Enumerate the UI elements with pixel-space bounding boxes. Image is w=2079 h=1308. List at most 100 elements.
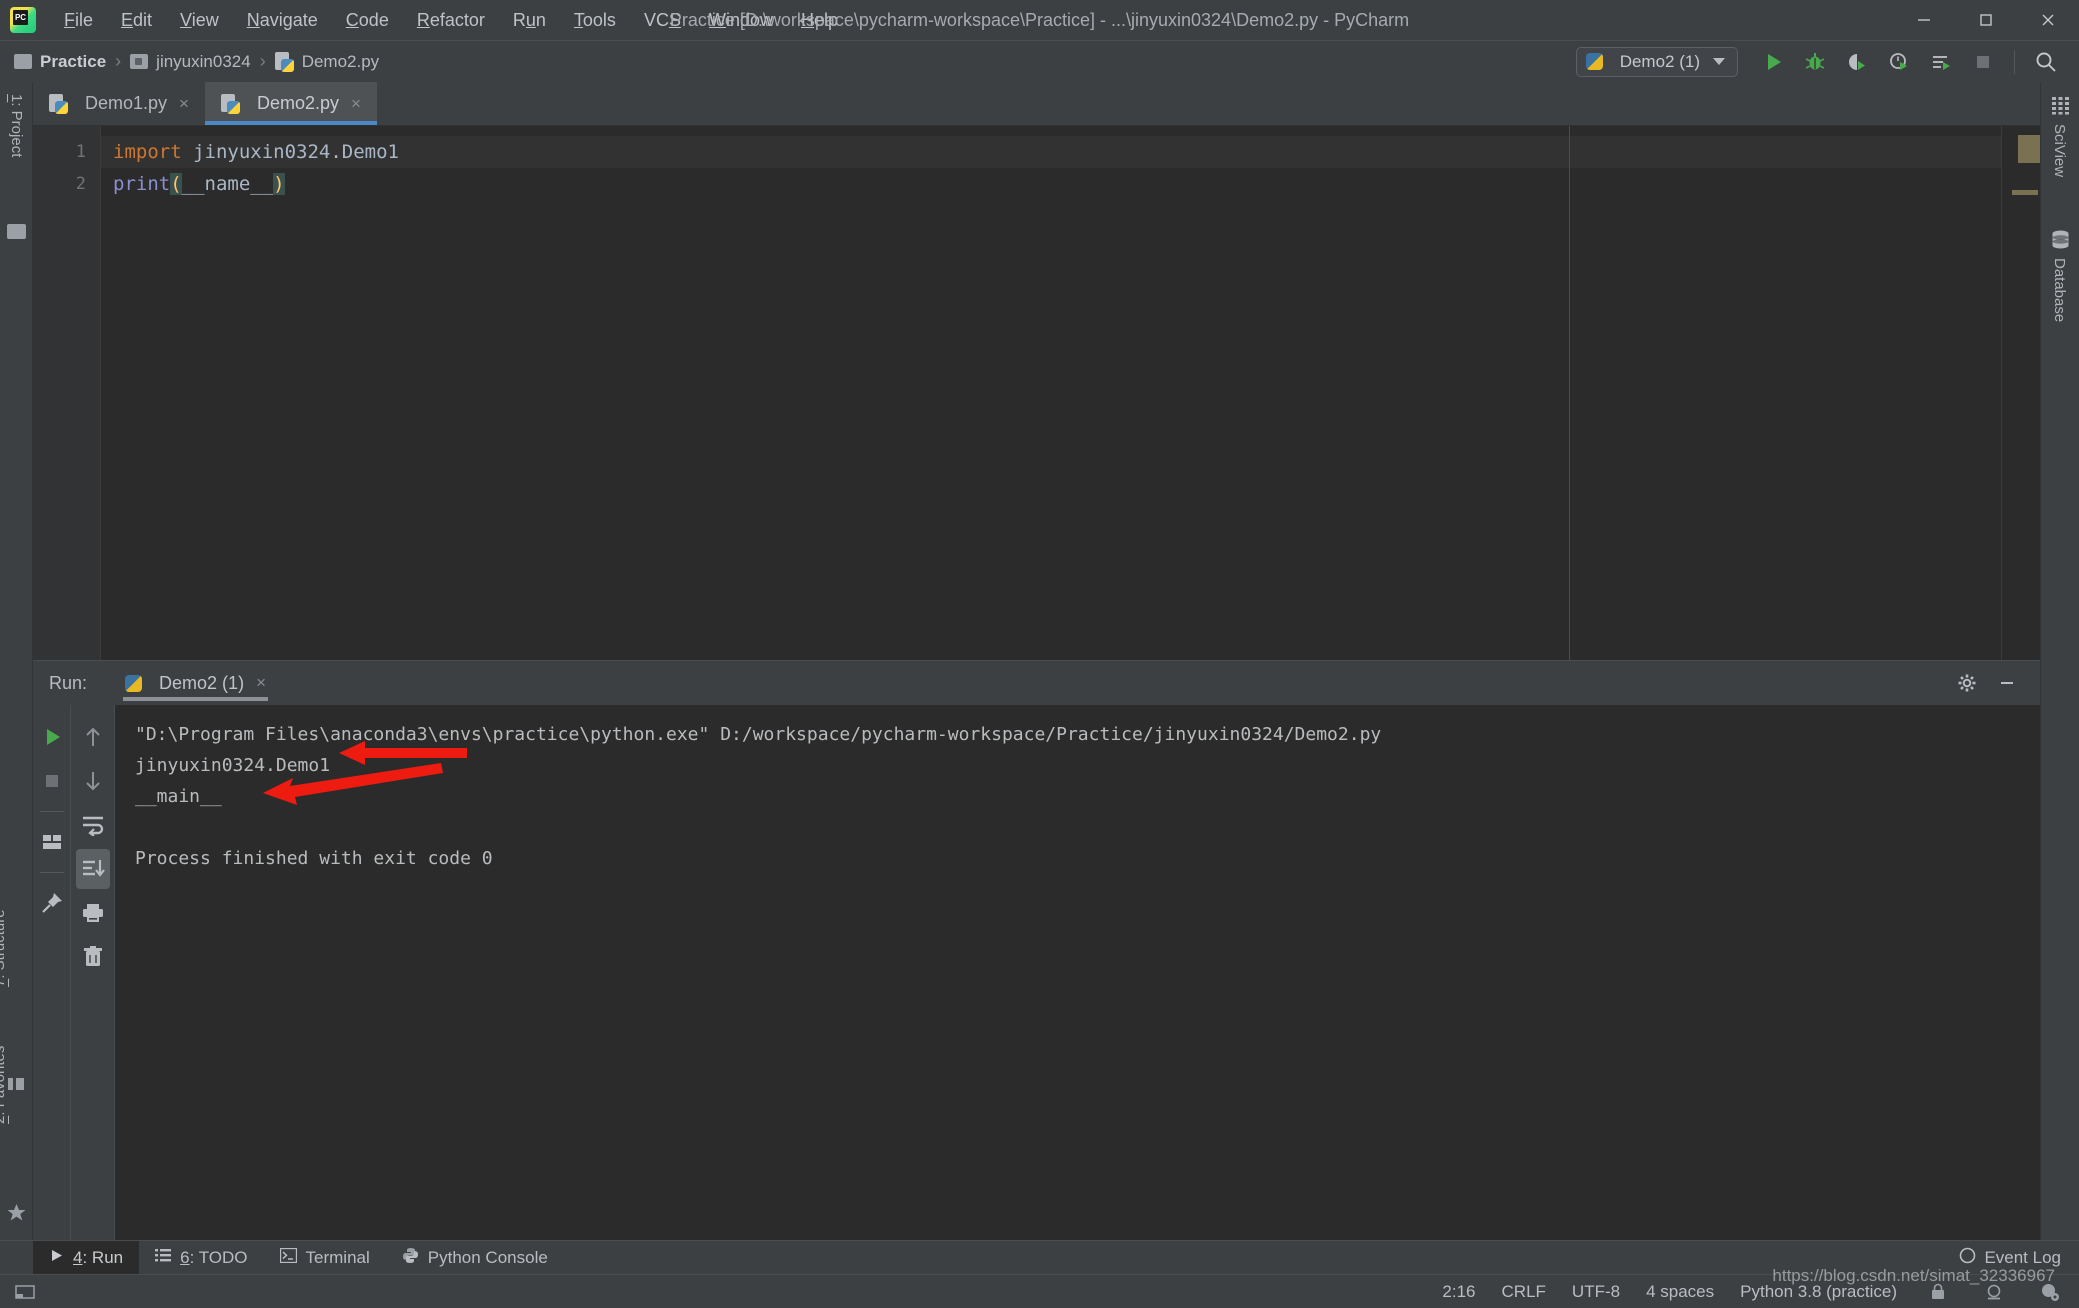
run-window-label: Run: bbox=[49, 672, 88, 693]
lock-icon[interactable] bbox=[1923, 1277, 1953, 1307]
title-bar: File Edit View Navigate Code Refactor Ru… bbox=[0, 0, 2079, 40]
menu-item-refactor[interactable]: Refactor bbox=[403, 6, 499, 35]
scroll-to-end-button[interactable] bbox=[75, 849, 110, 889]
menu-item-vcs[interactable]: VCS bbox=[630, 6, 695, 35]
status-bar: 2:16 CRLF UTF-8 4 spaces Python 3.8 (pra… bbox=[0, 1274, 2079, 1308]
stop-button[interactable] bbox=[1964, 45, 2002, 79]
run-left-toolbar bbox=[33, 705, 71, 1240]
menu-item-code[interactable]: Code bbox=[332, 6, 403, 35]
toolbar-divider bbox=[2014, 49, 2015, 74]
folder-module-icon bbox=[130, 54, 149, 69]
code-editor[interactable]: 1 2 import jinyuxin0324.Demo1 print(__na… bbox=[33, 126, 2040, 660]
sidebar-item-label: SciView bbox=[2051, 124, 2068, 178]
tool-window-tab-label: Python Console bbox=[427, 1247, 548, 1267]
tool-window-tab-python-console[interactable]: Python Console bbox=[386, 1241, 564, 1275]
run-configuration-selector[interactable]: Demo2 (1) bbox=[1575, 46, 1738, 77]
close-icon[interactable]: × bbox=[179, 94, 189, 114]
event-log-area: Event Log bbox=[1959, 1247, 2079, 1269]
caret-position[interactable]: 2:16 bbox=[1442, 1282, 1475, 1302]
maximize-button[interactable] bbox=[1955, 0, 2017, 40]
print-button[interactable] bbox=[76, 893, 110, 933]
up-arrow-button[interactable] bbox=[76, 717, 110, 757]
line-number: 2 bbox=[75, 174, 86, 194]
tool-window-tab-run[interactable]: 4: Run bbox=[33, 1240, 140, 1275]
profile-button[interactable] bbox=[1880, 45, 1918, 79]
menu-item-help[interactable]: Help bbox=[787, 6, 852, 35]
notification-gear-icon[interactable] bbox=[2035, 1277, 2065, 1307]
minimize-button[interactable] bbox=[1893, 0, 1955, 40]
minimize-panel-icon[interactable] bbox=[1990, 666, 2024, 700]
main-menu: File Edit View Navigate Code Refactor Ru… bbox=[50, 6, 852, 35]
layout-button[interactable] bbox=[35, 822, 69, 862]
breadcrumb-separator-icon: › bbox=[259, 51, 266, 71]
event-log-button[interactable]: Event Log bbox=[1959, 1247, 2061, 1269]
close-button[interactable] bbox=[2017, 0, 2079, 40]
down-arrow-button[interactable] bbox=[76, 761, 110, 801]
sidebar-item-favorites[interactable]: 2: Favorites bbox=[0, 1045, 8, 1123]
gear-icon[interactable] bbox=[1950, 666, 1984, 700]
close-icon[interactable]: × bbox=[256, 673, 266, 693]
right-margin-guide bbox=[1569, 126, 1570, 660]
rerun-button[interactable] bbox=[35, 717, 69, 757]
editor-tab-demo2[interactable]: Demo2.py × bbox=[204, 82, 377, 125]
run-tab-demo2[interactable]: Demo2 (1) × bbox=[115, 661, 276, 705]
editor-tab-demo1[interactable]: Demo1.py × bbox=[33, 82, 205, 125]
run-window-header-controls bbox=[1950, 666, 2040, 700]
clear-all-button[interactable] bbox=[76, 937, 110, 977]
console-line: Process finished with exit code 0 bbox=[135, 848, 493, 869]
run-with-console-button[interactable] bbox=[1922, 45, 1960, 79]
window-controls bbox=[1893, 0, 2079, 40]
menu-item-tools[interactable]: Tools bbox=[560, 6, 630, 35]
line-separator[interactable]: CRLF bbox=[1502, 1282, 1546, 1302]
breadcrumb-item-demo2[interactable]: Demo2.py bbox=[274, 51, 380, 72]
breadcrumb-label: Demo2.py bbox=[301, 51, 380, 71]
code-content[interactable]: import jinyuxin0324.Demo1 print(__name__… bbox=[101, 126, 2001, 660]
folder-icon bbox=[14, 54, 32, 69]
stop-process-button[interactable] bbox=[35, 761, 69, 801]
main-area: 1: Project 7: Structure 2: Favorites Dem… bbox=[0, 82, 2079, 1240]
menu-item-file[interactable]: File bbox=[50, 6, 107, 35]
menu-item-edit[interactable]: Edit bbox=[107, 6, 166, 35]
soft-wrap-button[interactable] bbox=[76, 805, 110, 845]
code-function-print: print bbox=[113, 173, 171, 195]
run-window-body: "D:\Program Files\anaconda3\envs\practic… bbox=[33, 705, 2040, 1240]
code-paren-close: ) bbox=[273, 173, 285, 195]
indent-setting[interactable]: 4 spaces bbox=[1646, 1282, 1714, 1302]
sidebar-item-database[interactable]: Database bbox=[2051, 258, 2068, 322]
run-tab-label: Demo2 (1) bbox=[159, 672, 245, 693]
breadcrumb-label: Practice bbox=[40, 51, 107, 71]
pin-tab-button[interactable] bbox=[35, 883, 69, 923]
layout-toggle-icon[interactable] bbox=[10, 1277, 40, 1307]
menu-item-view[interactable]: View bbox=[166, 6, 233, 35]
run-button[interactable] bbox=[1754, 45, 1792, 79]
breadcrumb-item-jinyuxin0324[interactable]: jinyuxin0324 bbox=[130, 52, 251, 72]
tool-window-tab-terminal[interactable]: Terminal bbox=[264, 1241, 386, 1275]
file-encoding[interactable]: UTF-8 bbox=[1572, 1282, 1620, 1302]
error-stripe-column[interactable] bbox=[2001, 126, 2040, 660]
debug-button[interactable] bbox=[1796, 45, 1834, 79]
search-everywhere-icon[interactable] bbox=[2027, 45, 2065, 79]
tool-window-tab-todo[interactable]: 6: TODO bbox=[139, 1241, 263, 1275]
breadcrumb-item-practice[interactable]: Practice bbox=[14, 52, 106, 72]
run-window-header: Run: Demo2 (1) × bbox=[33, 661, 2040, 705]
menu-item-navigate[interactable]: Navigate bbox=[233, 6, 332, 35]
inspector-icon[interactable] bbox=[1979, 1277, 2009, 1307]
sidebar-item-structure[interactable]: 7: Structure bbox=[0, 910, 8, 988]
run-toolbar: Demo2 (1) bbox=[1575, 45, 2079, 79]
sidebar-item-label: 2: Favorites bbox=[0, 1045, 8, 1124]
run-coverage-button[interactable] bbox=[1838, 45, 1876, 79]
sidebar-item-project[interactable]: 1: Project bbox=[8, 94, 25, 157]
run-tool-window: Run: Demo2 (1) × "D:\Program Files\anaco… bbox=[33, 660, 2040, 1240]
close-icon[interactable]: × bbox=[351, 94, 361, 114]
sidebar-item-sciview[interactable]: SciView bbox=[2051, 124, 2068, 177]
code-module-path: jinyuxin0324.Demo1 bbox=[181, 141, 399, 163]
menu-item-run[interactable]: Run bbox=[499, 6, 560, 35]
breadcrumb-label: jinyuxin0324 bbox=[156, 51, 251, 71]
console-output[interactable]: "D:\Program Files\anaconda3\envs\practic… bbox=[115, 705, 2040, 1240]
menu-item-window[interactable]: Window bbox=[695, 6, 787, 35]
python-interpreter[interactable]: Python 3.8 (practice) bbox=[1740, 1282, 1897, 1302]
editor-tab-label: Demo2.py bbox=[256, 93, 340, 113]
breadcrumb: Practice › jinyuxin0324 › Demo2.py bbox=[14, 51, 379, 72]
left-tool-stripe: 1: Project 7: Structure 2: Favorites bbox=[0, 82, 33, 1240]
stripe-marker-block bbox=[2018, 135, 2040, 163]
